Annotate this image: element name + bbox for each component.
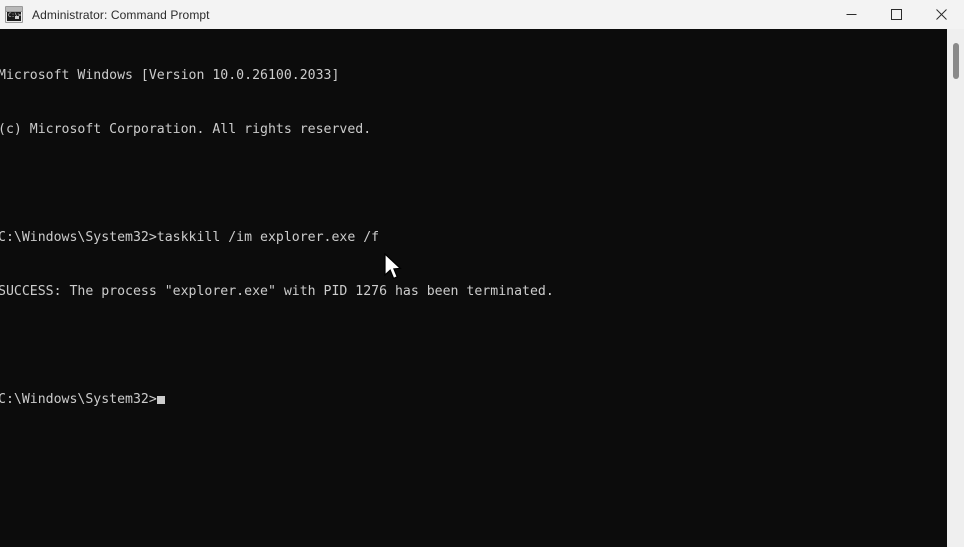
vertical-scrollbar[interactable]	[947, 29, 964, 547]
window-controls	[829, 0, 964, 29]
scrollbar-thumb[interactable]	[953, 43, 959, 79]
maximize-button[interactable]	[874, 0, 919, 29]
command-prompt-window: C:\> Administrator: Command Prompt	[0, 0, 964, 547]
window-title: Administrator: Command Prompt	[32, 7, 210, 22]
terminal-prompt-line: C:\Windows\System32>	[0, 391, 554, 409]
icon-screen: C:\>	[7, 12, 21, 21]
terminal-line-result: SUCCESS: The process "explorer.exe" with…	[0, 284, 554, 299]
title-bar-spacer	[210, 0, 829, 29]
icon-cursor-block	[15, 16, 19, 19]
terminal-cursor	[156, 396, 165, 404]
terminal-line: (c) Microsoft Corporation. All rights re…	[0, 122, 372, 137]
title-bar-left: C:\> Administrator: Command Prompt	[0, 0, 210, 29]
minimize-button[interactable]	[829, 0, 874, 29]
terminal-output-area[interactable]: Microsoft Windows [Version 10.0.26100.20…	[0, 29, 947, 547]
title-bar[interactable]: C:\> Administrator: Command Prompt	[0, 0, 964, 29]
terminal-line-command: C:\Windows\System32>taskkill /im explore…	[0, 230, 380, 245]
terminal-line: Microsoft Windows [Version 10.0.26100.20…	[0, 68, 340, 83]
close-button[interactable]	[919, 0, 964, 29]
terminal-text: Microsoft Windows [Version 10.0.26100.20…	[0, 31, 554, 445]
command-prompt-icon: C:\>	[5, 6, 23, 23]
terminal-prompt: C:\Windows\System32>	[0, 392, 157, 407]
